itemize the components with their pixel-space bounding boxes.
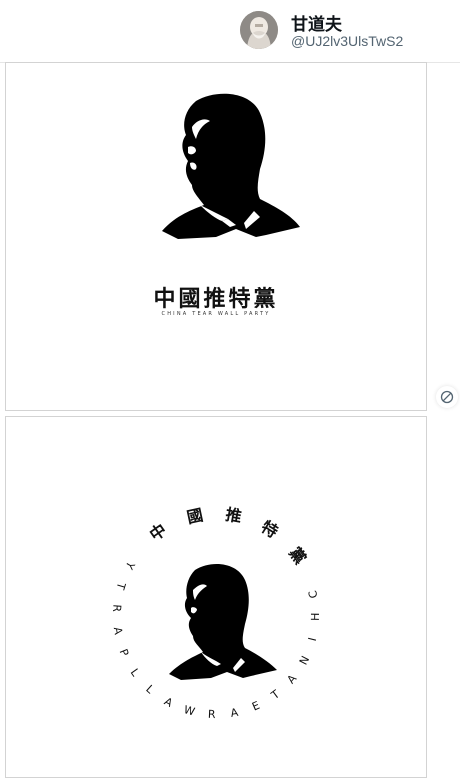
ring-letter-7: A: [229, 706, 239, 720]
ring-char-4: 黨: [285, 544, 310, 568]
ring-char-0: 中: [146, 520, 170, 545]
ring-letter-1: H: [309, 613, 322, 622]
ring-letter-12: L: [128, 666, 143, 679]
ring-letter-15: R: [110, 604, 124, 613]
ring-chinese-text: 中國 推特黨: [146, 505, 310, 568]
silhouette-logo-2: [169, 564, 277, 680]
ring-char-3: 特: [258, 517, 282, 542]
ring-letter-0: C: [306, 589, 320, 600]
ring-letter-8: R: [208, 708, 217, 721]
tweet-header: 甘道夫 @UJ2lv3UlsTwS2: [0, 0, 460, 63]
user-handle[interactable]: @UJ2lv3UlsTwS2: [291, 33, 403, 49]
silhouette-logo: [162, 93, 300, 239]
display-name[interactable]: 甘道夫: [291, 10, 342, 35]
ring-letter-17: Y: [122, 558, 137, 571]
ring-letter-3: N: [297, 654, 312, 667]
logo-wordmark: 中國推特黨: [153, 286, 279, 312]
ring-letter-9: W: [182, 703, 196, 718]
ring-letter-6: E: [250, 699, 262, 714]
block-icon: [440, 390, 454, 404]
ring-char-1: 國: [185, 505, 205, 527]
ring-letter-13: P: [117, 647, 132, 658]
circular-logo: 中國 推特黨 CHINATEARWALLPARTY: [110, 505, 322, 721]
ring-letter-16: T: [114, 580, 129, 591]
block-button[interactable]: [436, 386, 458, 408]
ring-letter-2: I: [306, 636, 319, 642]
media-image-2[interactable]: 中國推特黨 CHINATEARWALLPARTY: [5, 416, 427, 778]
avatar-portrait-icon: [240, 11, 278, 49]
ring-letter-14: A: [111, 626, 125, 636]
logo-subtitle: CHINA TEAR WALL PARTY: [161, 311, 271, 317]
media-image-1[interactable]: 中國推特黨 CHINA TEAR WALL PARTY: [5, 62, 427, 411]
ring-letter-11: L: [143, 682, 157, 696]
avatar[interactable]: [240, 11, 278, 49]
ring-letter-4: A: [285, 672, 300, 687]
ring-letter-10: A: [162, 695, 175, 710]
ring-char-2: 推: [224, 505, 243, 526]
ring-letter-5: T: [268, 687, 282, 702]
